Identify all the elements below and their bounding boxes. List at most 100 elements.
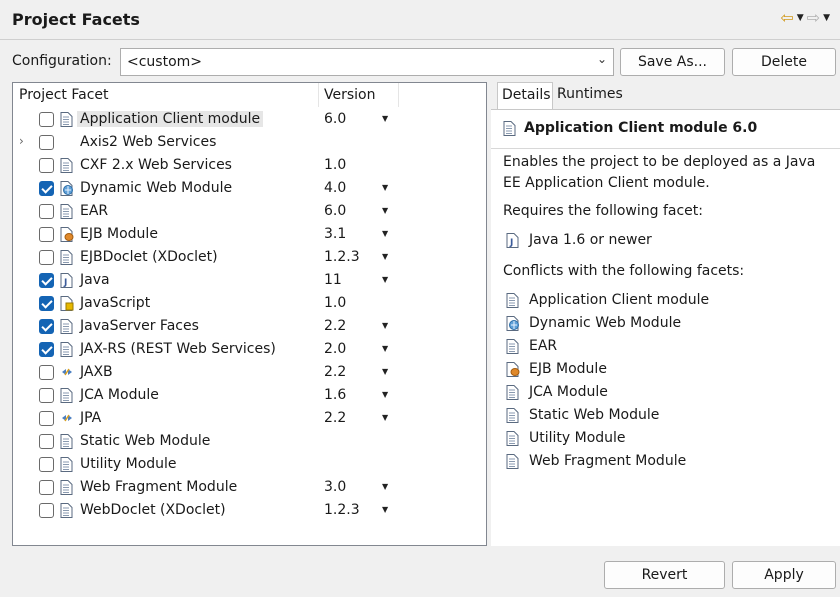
tab-details[interactable]: Details [497,82,553,110]
version-dropdown-icon[interactable]: ▼ [382,390,388,399]
facets-table: Project Facet Version Application Client… [12,82,487,546]
facet-row[interactable]: Static Web Module [13,430,486,453]
facet-checkbox[interactable] [39,204,54,219]
facet-version[interactable]: 6.0 [324,111,346,127]
version-dropdown-icon[interactable]: ▼ [382,344,388,353]
facet-checkbox[interactable] [39,227,54,242]
facet-name: EJBDoclet (XDoclet) [80,249,218,265]
version-dropdown-icon[interactable]: ▼ [382,183,388,192]
facet-checkbox[interactable] [39,434,54,449]
facet-row[interactable]: EJBDoclet (XDoclet) 1.2.3 ▼ [13,246,486,269]
facet-row[interactable]: JavaScript 1.0 [13,292,486,315]
ejb-bean-icon [506,362,520,377]
facet-version[interactable]: 4.0 [324,180,346,196]
doc-icon [60,319,73,334]
facet-checkbox[interactable] [39,112,54,127]
facet-checkbox[interactable] [39,181,54,196]
facet-checkbox[interactable] [39,457,54,472]
doc-icon [60,457,73,472]
facet-row[interactable]: J Java 11 ▼ [13,269,486,292]
facet-version[interactable]: 11 [324,272,342,288]
facet-checkbox[interactable] [39,503,54,518]
doc-icon [506,293,519,308]
details-panel: Application Client module 6.0 Enables th… [491,109,840,546]
facet-row[interactable]: Web Fragment Module 3.0 ▼ [13,476,486,499]
version-dropdown-icon[interactable]: ▼ [382,367,388,376]
facet-checkbox[interactable] [39,319,54,334]
facet-version[interactable]: 3.1 [324,226,346,242]
facet-name: EJB Module [80,226,158,242]
version-dropdown-icon[interactable]: ▼ [382,252,388,261]
xml-tag-icon [60,411,73,426]
facet-checkbox[interactable] [39,296,54,311]
facet-name: Java [80,272,110,288]
doc-icon [503,121,516,140]
configuration-label: Configuration: [12,53,112,69]
details-title: Application Client module 6.0 [524,120,758,136]
facet-name: Web Fragment Module [80,479,238,495]
facet-row[interactable]: JavaServer Faces 2.2 ▼ [13,315,486,338]
apply-button[interactable]: Apply [732,561,836,589]
save-as-button[interactable]: Save As... [620,48,725,76]
facet-version[interactable]: 6.0 [324,203,346,219]
expand-arrow-icon[interactable]: › [19,134,24,148]
facet-row[interactable]: WebDoclet (XDoclet) 1.2.3 ▼ [13,499,486,522]
facet-checkbox[interactable] [39,158,54,173]
facet-row[interactable]: › Axis2 Web Services [13,131,486,154]
version-dropdown-icon[interactable]: ▼ [382,505,388,514]
ejb-bean-icon [60,227,74,242]
facet-checkbox[interactable] [39,273,54,288]
facet-row[interactable]: Dynamic Web Module 4.0 ▼ [13,177,486,200]
facet-version[interactable]: 2.2 [324,318,346,334]
facet-row[interactable]: JAX-RS (REST Web Services) 2.0 ▼ [13,338,486,361]
facet-checkbox[interactable] [39,411,54,426]
facet-row[interactable]: Utility Module [13,453,486,476]
back-dropdown-icon[interactable]: ▼ [797,13,804,23]
version-dropdown-icon[interactable]: ▼ [382,114,388,123]
version-dropdown-icon[interactable]: ▼ [382,206,388,215]
facet-row[interactable]: JCA Module 1.6 ▼ [13,384,486,407]
version-dropdown-icon[interactable]: ▼ [382,229,388,238]
forward-arrow-icon[interactable]: ⇨ [807,8,820,27]
facet-row[interactable]: Application Client module 6.0 ▼ [13,108,486,131]
facet-version[interactable]: 2.0 [324,341,346,357]
details-header: Application Client module 6.0 [501,120,831,140]
column-divider[interactable] [398,83,399,107]
facet-list-text: Static Web Module [529,407,660,423]
facet-version[interactable]: 1.2.3 [324,502,360,518]
facet-name: JavaScript [80,295,151,311]
facet-row[interactable]: JPA 2.2 ▼ [13,407,486,430]
column-divider[interactable] [318,83,319,107]
tab-runtimes[interactable]: Runtimes [553,82,625,110]
facet-row[interactable]: CXF 2.x Web Services 1.0 [13,154,486,177]
version-dropdown-icon[interactable]: ▼ [382,482,388,491]
facet-version: 1.0 [324,295,347,311]
facet-version[interactable]: 2.2 [324,410,346,426]
facet-checkbox[interactable] [39,388,54,403]
facet-version[interactable]: 2.2 [324,364,346,380]
facet-row[interactable]: EJB Module 3.1 ▼ [13,223,486,246]
facet-checkbox[interactable] [39,135,54,150]
facet-version[interactable]: 3.0 [324,479,346,495]
version-dropdown-icon[interactable]: ▼ [382,321,388,330]
svg-text:J: J [509,238,513,248]
facet-version[interactable]: 1.6 [324,387,346,403]
facet-checkbox[interactable] [39,250,54,265]
configuration-combo[interactable]: <custom> ⌄ [120,48,614,76]
facet-checkbox[interactable] [39,480,54,495]
facet-row[interactable]: JAXB 2.2 ▼ [13,361,486,384]
version-dropdown-icon[interactable]: ▼ [382,413,388,422]
facet-version[interactable]: 1.2.3 [324,249,360,265]
facet-checkbox[interactable] [39,365,54,380]
facet-row[interactable]: EAR 6.0 ▼ [13,200,486,223]
delete-button[interactable]: Delete [732,48,836,76]
column-header-facet[interactable]: Project Facet [19,87,109,103]
revert-button[interactable]: Revert [604,561,725,589]
back-arrow-icon[interactable]: ⇦ [780,8,793,27]
facet-checkbox[interactable] [39,342,54,357]
facet-list-item: Utility Module [503,428,833,450]
column-header-version[interactable]: Version [324,87,375,103]
version-dropdown-icon[interactable]: ▼ [382,275,388,284]
facet-name: Utility Module [80,456,177,472]
forward-dropdown-icon[interactable]: ▼ [823,13,830,23]
